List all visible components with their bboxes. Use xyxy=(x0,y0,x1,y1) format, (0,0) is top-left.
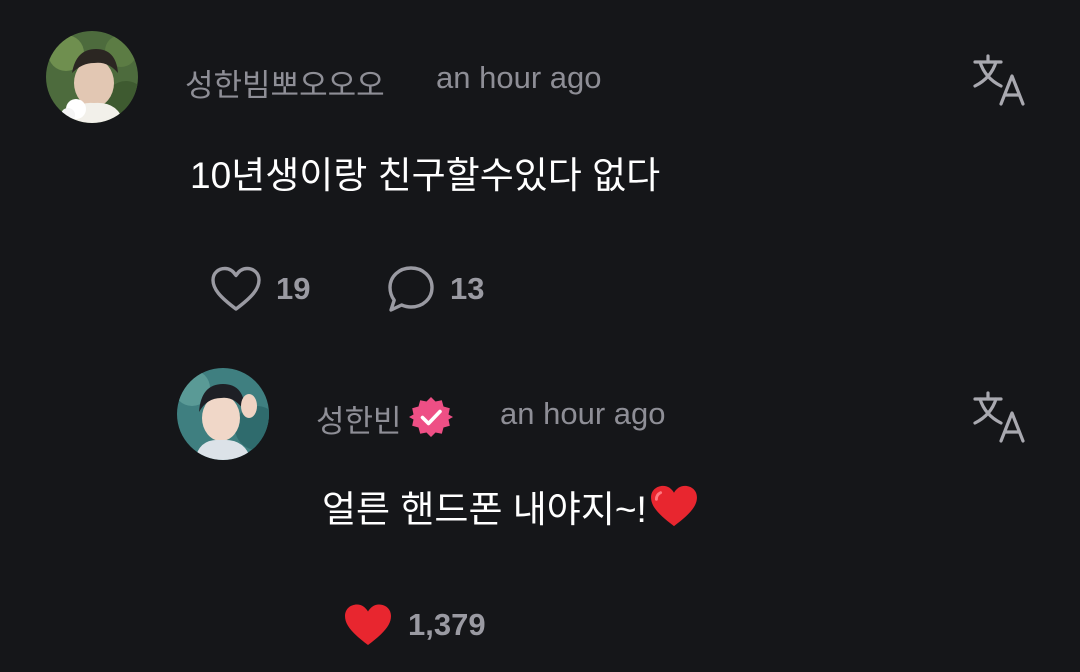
speech-bubble-icon xyxy=(388,266,434,312)
red-heart-emoji-icon xyxy=(650,485,697,527)
comment-text: 10년생이랑 친구할수있다 없다 xyxy=(190,155,661,196)
comment-reply-button[interactable]: 13 xyxy=(386,264,484,314)
reply-like-count: 1,379 xyxy=(408,607,486,642)
translate-icon[interactable] xyxy=(971,389,1027,445)
reply-text: 얼른 핸드폰 내야지~! xyxy=(322,489,647,530)
comment-like-button[interactable]: 19 xyxy=(210,266,310,312)
reply-author-name[interactable]: 성한빈 xyxy=(316,396,402,441)
verified-badge-icon xyxy=(409,395,453,439)
commenter-avatar[interactable] xyxy=(46,31,138,123)
comment-timestamp: an hour ago xyxy=(436,60,602,95)
comment-thread: 성한빔뽀오오오 an hour ago 10년생이랑 친구할수있다 없다 19 … xyxy=(0,0,1080,672)
reply-author-avatar[interactable] xyxy=(177,368,269,460)
commenter-name[interactable]: 성한빔뽀오오오 xyxy=(185,60,385,105)
translate-icon[interactable] xyxy=(971,52,1027,108)
reply-timestamp: an hour ago xyxy=(500,396,666,431)
comment-reply-count: 13 xyxy=(450,271,485,306)
comment-like-count: 19 xyxy=(276,271,311,306)
heart-filled-icon xyxy=(345,604,391,645)
heart-outline-icon xyxy=(211,266,261,311)
reply-like-button[interactable]: 1,379 xyxy=(342,602,486,648)
reply-text-line: 얼른 핸드폰 내야지~! xyxy=(322,479,699,533)
